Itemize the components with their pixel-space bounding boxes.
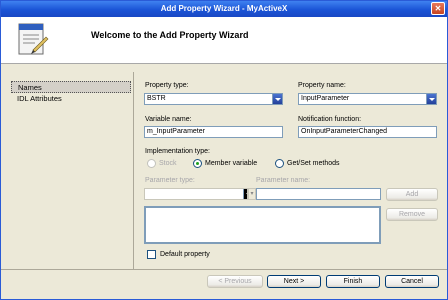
remove-parameter-button[interactable]: Remove <box>386 208 438 221</box>
wizard-document-icon <box>13 22 49 58</box>
wizard-heading: Welcome to the Add Property Wizard <box>91 30 249 40</box>
parameter-list[interactable] <box>144 206 381 244</box>
parameter-type-combo[interactable] <box>144 188 248 200</box>
wizard-header: Welcome to the Add Property Wizard <box>1 17 447 64</box>
get-set-methods-radio-label: Get/Set methods <box>287 160 340 167</box>
property-name-label: Property name: <box>298 82 346 89</box>
wizard-nav: Names IDL Attributes <box>11 81 131 105</box>
nav-item-names[interactable]: Names <box>11 81 131 93</box>
parameter-name-label: Parameter name: <box>256 177 311 184</box>
default-property-label: Default property <box>160 251 210 258</box>
implementation-type-label: Implementation type: <box>145 148 210 155</box>
cancel-button[interactable]: Cancel <box>385 275 439 288</box>
next-button[interactable]: Next > <box>267 275 321 288</box>
get-set-methods-radio[interactable] <box>275 159 284 168</box>
member-variable-radio[interactable] <box>193 159 202 168</box>
property-type-value: BSTR <box>147 95 166 102</box>
footer-divider <box>1 269 447 270</box>
property-type-combo[interactable]: BSTR <box>144 93 283 105</box>
names-page: Property type: BSTR Property name: Input… <box>133 72 442 270</box>
parameter-type-label: Parameter type: <box>145 177 195 184</box>
finish-button[interactable]: Finish <box>326 275 380 288</box>
stock-radio-label: Stock <box>159 160 177 167</box>
chevron-down-icon[interactable] <box>272 94 282 104</box>
notification-function-field[interactable]: OnInputParameterChanged <box>298 126 437 138</box>
chevron-down-icon[interactable] <box>426 94 436 104</box>
stock-radio[interactable] <box>147 159 156 168</box>
close-button[interactable]: ✕ <box>431 2 445 15</box>
notification-function-label: Notification function: <box>298 116 362 123</box>
previous-button[interactable]: < Previous <box>207 275 263 288</box>
variable-name-label: Variable name: <box>145 116 192 123</box>
title-bar[interactable]: Add Property Wizard - MyActiveX ✕ <box>1 1 447 17</box>
add-parameter-button[interactable]: Add <box>386 188 438 201</box>
member-variable-radio-label: Member variable <box>205 160 258 167</box>
default-property-checkbox[interactable] <box>147 250 156 259</box>
parameter-name-field[interactable] <box>256 188 381 200</box>
parameter-type-dropdown-arrow-icon[interactable]: ▾ <box>248 188 256 200</box>
nav-item-idl-attributes[interactable]: IDL Attributes <box>11 93 131 105</box>
wizard-window: Add Property Wizard - MyActiveX ✕ Welcom… <box>0 0 448 300</box>
variable-name-field[interactable]: m_InputParameter <box>144 126 283 138</box>
property-type-label: Property type: <box>145 82 189 89</box>
chevron-down-icon[interactable] <box>243 189 247 199</box>
property-name-combo[interactable]: InputParameter <box>298 93 437 105</box>
window-title: Add Property Wizard - MyActiveX <box>160 4 288 13</box>
property-name-value: InputParameter <box>301 95 350 102</box>
